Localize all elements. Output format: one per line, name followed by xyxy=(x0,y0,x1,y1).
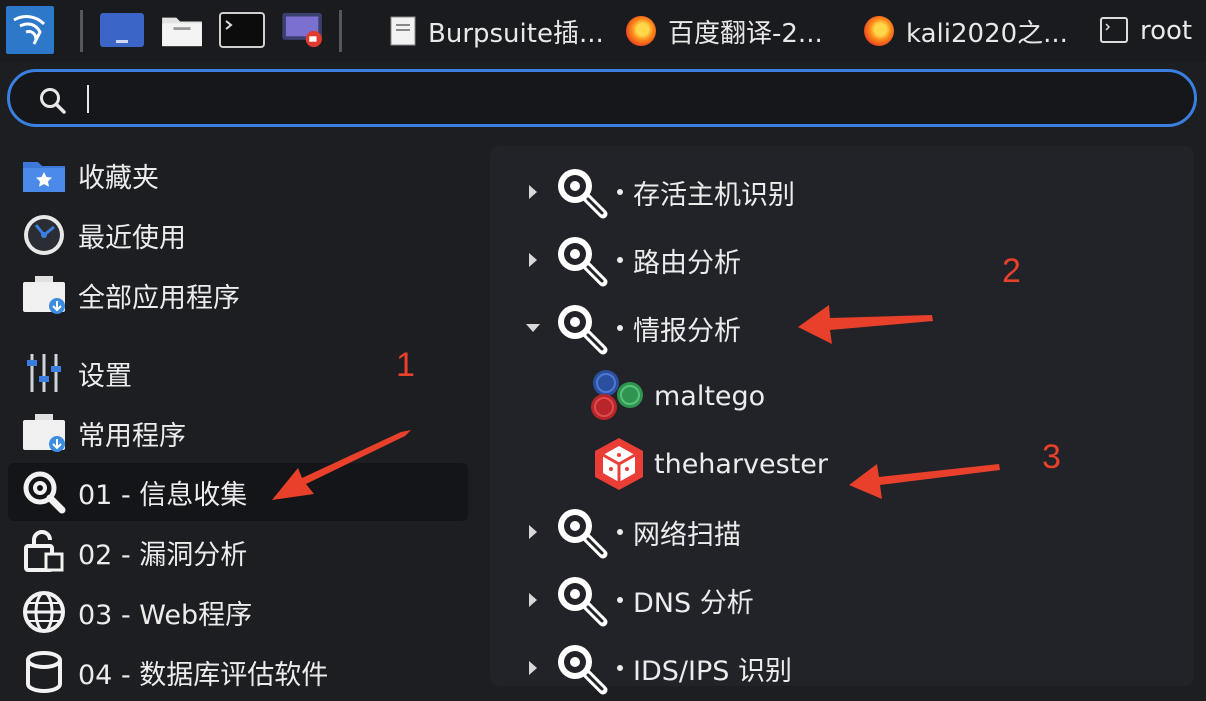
annotation-arrow-1 xyxy=(272,430,411,500)
annotation-number-1: 1 xyxy=(396,346,415,384)
annotation-number-3: 3 xyxy=(1042,438,1061,476)
annotation-number-2: 2 xyxy=(1002,252,1021,290)
annotation-arrow-3 xyxy=(849,464,1000,499)
annotation-arrow-2 xyxy=(798,305,933,344)
annotation-arrows xyxy=(272,305,1000,500)
